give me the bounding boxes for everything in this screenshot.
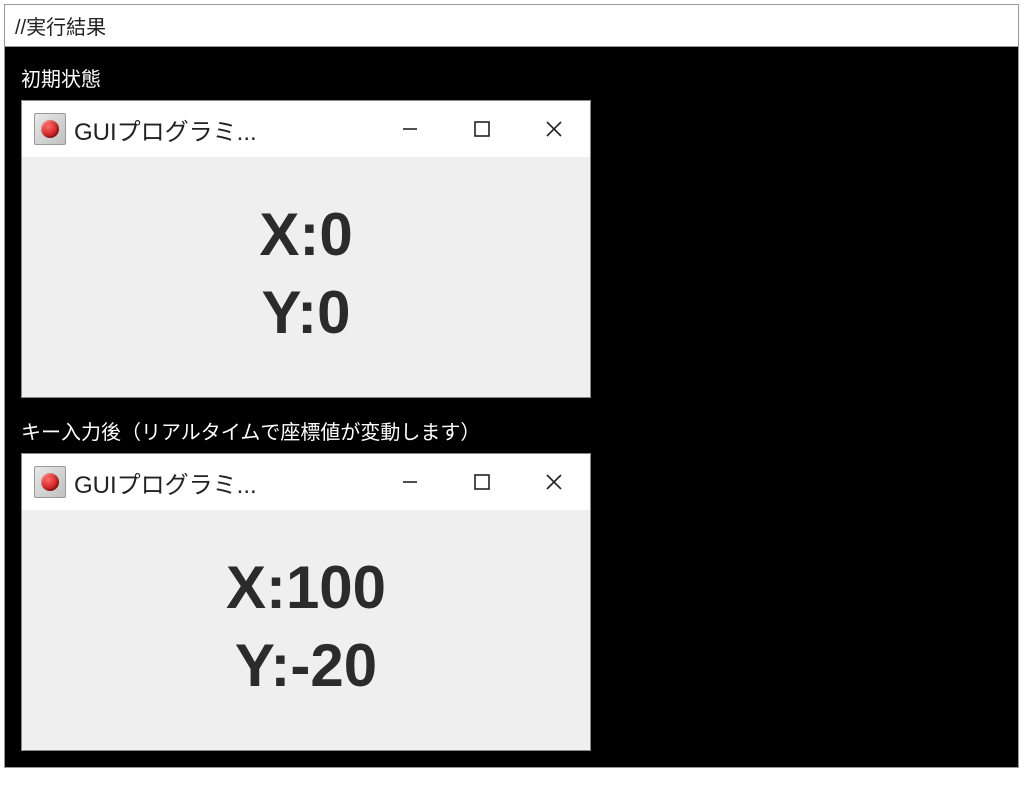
gui-window-initial: GUIプログラミ... X:0 Y:0 [21,100,591,398]
window-title: GUIプログラミ... [74,112,257,147]
result-header: //実行結果 [5,5,1018,47]
caption-after: キー入力後（リアルタイムで座標値が変動します） [21,416,1002,445]
content-area: X:100 Y:-20 [22,510,590,750]
caption-initial: 初期状態 [21,63,1002,92]
window-controls [374,101,590,157]
result-body: 初期状態 GUIプログラミ... [5,47,1018,767]
window-title: GUIプログラミ... [74,465,257,500]
titlebar: GUIプログラミ... [22,454,590,510]
x-coordinate: X:0 [42,205,570,265]
java-app-icon [34,113,66,145]
window-controls [374,454,590,510]
java-app-icon [34,466,66,498]
y-coordinate: Y:-20 [42,636,570,696]
close-button[interactable] [518,101,590,157]
gui-window-after: GUIプログラミ... X:100 Y:-20 [21,453,591,751]
maximize-button[interactable] [446,454,518,510]
maximize-button[interactable] [446,101,518,157]
minimize-button[interactable] [374,101,446,157]
content-area: X:0 Y:0 [22,157,590,397]
y-coordinate: Y:0 [42,283,570,343]
titlebar: GUIプログラミ... [22,101,590,157]
result-container: //実行結果 初期状態 GUIプログラミ... [4,4,1019,768]
minimize-button[interactable] [374,454,446,510]
x-coordinate: X:100 [42,558,570,618]
close-button[interactable] [518,454,590,510]
